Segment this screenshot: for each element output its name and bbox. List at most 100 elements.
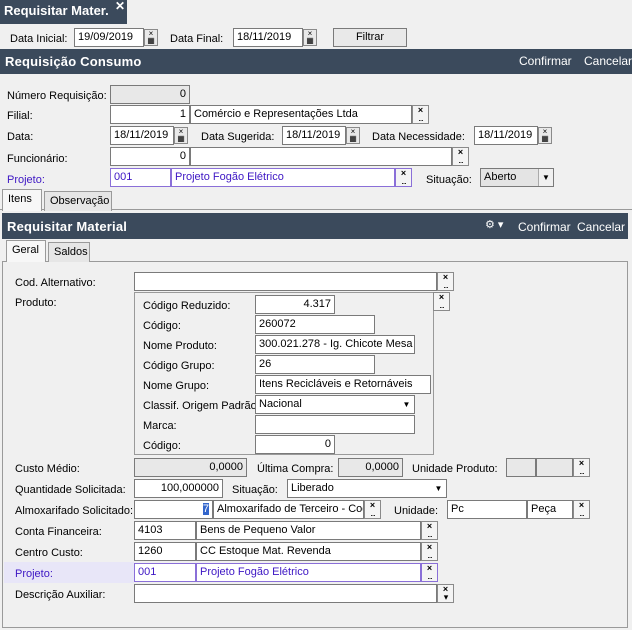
unidade-code-field[interactable]: Pc — [447, 500, 527, 519]
consumo-title: Requisição Consumo — [5, 54, 142, 69]
unidade-produto-lookup-icon[interactable]: ×... — [573, 458, 590, 477]
desc-dropdown-icon[interactable]: × ▾ — [437, 584, 454, 603]
material-confirmar-button[interactable]: Confirmar — [518, 220, 571, 234]
almox-code-field[interactable]: 7 — [134, 500, 213, 519]
centro-lookup-icon[interactable]: ×... — [421, 542, 438, 561]
almox-code-value: 7 — [202, 503, 209, 515]
data-inicial-field[interactable]: 19/09/2019 — [74, 28, 144, 47]
produto-lookup-icon[interactable]: ×... — [433, 292, 450, 311]
material-header: Requisitar Material ⚙ ▾ Confirmar Cancel… — [2, 213, 628, 239]
unidade-lookup-icon[interactable]: ×... — [573, 500, 590, 519]
sugerida-label: Data Sugerida: — [201, 131, 275, 143]
chevron-down-icon[interactable]: ▼ — [399, 396, 414, 413]
filial-name-field[interactable]: Comércio e Representações Ltda — [190, 105, 412, 124]
classif-select[interactable]: Nacional ▼ — [255, 395, 415, 414]
calendar-icon[interactable]: × ▦ — [174, 127, 188, 144]
codigo-label: Código: — [143, 320, 181, 332]
desc-field[interactable] — [134, 584, 437, 603]
unidade-produto-label: Unidade Produto: — [412, 463, 498, 475]
cod-alt-field[interactable] — [134, 272, 437, 291]
situacao-item-select[interactable]: Liberado ▼ — [287, 479, 447, 498]
unidade-name-field[interactable]: Peça — [527, 500, 573, 519]
filial-lookup-icon[interactable]: ×... — [412, 105, 429, 124]
produto-label: Produto: — [15, 297, 57, 309]
cod-alt-label: Cod. Alternativo: — [15, 277, 96, 289]
nome-produto-label: Nome Produto: — [143, 340, 217, 352]
situacao-item-label: Situação: — [232, 484, 278, 496]
material-cancelar-button[interactable]: Cancelar — [577, 220, 625, 234]
conta-code-field[interactable]: 4103 — [134, 521, 196, 540]
situacao-select[interactable]: Aberto ▼ — [480, 168, 554, 187]
conta-label: Conta Financeira: — [15, 526, 102, 538]
projeto-label: Projeto: — [7, 174, 45, 186]
codigo-grupo-field[interactable]: 26 — [255, 355, 375, 374]
close-icon[interactable]: ✕ — [115, 0, 125, 13]
unidade-produto-name — [536, 458, 573, 477]
situacao-item-value: Liberado — [291, 482, 334, 494]
codigo-grupo-label: Código Grupo: — [143, 360, 215, 372]
projeto-item-lookup-icon[interactable]: ×... — [421, 563, 438, 582]
ultima-label: Última Compra: — [257, 463, 334, 475]
tab-geral[interactable]: Geral — [6, 240, 46, 262]
tab-saldos[interactable]: Saldos — [48, 242, 90, 262]
codigo-field[interactable]: 260072 — [255, 315, 375, 334]
cod-red-label: Código Reduzido: — [143, 300, 231, 312]
almox-lookup-icon[interactable]: ×... — [364, 500, 381, 519]
projeto-item-name-field[interactable]: Projeto Fogão Elétrico — [196, 563, 421, 582]
settings-icon[interactable]: ⚙ ▾ — [485, 218, 503, 231]
calendar-icon[interactable]: × ▦ — [303, 29, 317, 46]
desc-label: Descrição Auxiliar: — [15, 589, 106, 601]
calendar-icon[interactable]: × ▦ — [538, 127, 552, 144]
nome-grupo-label: Nome Grupo: — [143, 380, 210, 392]
custo-label: Custo Médio: — [15, 463, 80, 475]
window-title: Requisitar Mater. — [4, 3, 109, 18]
filial-code-field[interactable]: 1 — [110, 105, 190, 124]
cod-red-field[interactable]: 4.317 — [255, 295, 335, 314]
calendar-icon[interactable]: × ▦ — [346, 127, 360, 144]
centro-code-field[interactable]: 1260 — [134, 542, 196, 561]
projeto-name-field[interactable]: Projeto Fogão Elétrico — [171, 168, 395, 187]
material-title: Requisitar Material — [7, 219, 128, 234]
conta-name-field[interactable]: Bens de Pequeno Valor — [196, 521, 421, 540]
funcionario-label: Funcionário: — [7, 153, 68, 165]
codigo2-field[interactable]: 0 — [255, 435, 335, 454]
filial-label: Filial: — [7, 110, 33, 122]
necessidade-label: Data Necessidade: — [372, 131, 465, 143]
centro-name-field[interactable]: CC Estoque Mat. Revenda — [196, 542, 421, 561]
marca-label: Marca: — [143, 420, 177, 432]
tab-itens[interactable]: Itens — [2, 189, 42, 211]
projeto-code-field[interactable]: 001 — [110, 168, 171, 187]
cod-alt-lookup-icon[interactable]: ×... — [437, 272, 454, 291]
situacao-value: Aberto — [484, 171, 517, 183]
qtd-field[interactable]: 100,000000 — [134, 479, 223, 498]
data-field[interactable]: 18/11/2019 — [110, 126, 174, 145]
funcionario-lookup-icon[interactable]: ×... — [452, 147, 469, 166]
data-inicial-label: Data Inicial: — [10, 33, 68, 45]
filtrar-button[interactable]: Filtrar — [333, 28, 407, 47]
chevron-down-icon[interactable]: ▼ — [538, 169, 553, 186]
consumo-cancelar-button[interactable]: Cancelar — [584, 54, 632, 68]
chevron-down-icon[interactable]: ▼ — [431, 480, 446, 497]
necessidade-field[interactable]: 18/11/2019 — [474, 126, 538, 145]
data-label: Data: — [7, 131, 34, 143]
custo-field: 0,0000 — [134, 458, 247, 477]
conta-lookup-icon[interactable]: ×... — [421, 521, 438, 540]
nome-produto-field[interactable]: 300.021.278 - Ig. Chicote Mesa E — [255, 335, 415, 354]
nome-grupo-field[interactable]: Itens Recicláveis e Retornáveis — [255, 375, 431, 394]
consumo-confirmar-button[interactable]: Confirmar — [519, 54, 572, 68]
marca-field[interactable] — [255, 415, 415, 434]
classif-label: Classif. Origem Padrão: — [143, 400, 260, 412]
projeto-lookup-icon[interactable]: ×... — [395, 168, 412, 187]
tab-observacao[interactable]: Observação — [44, 191, 112, 211]
data-final-field[interactable]: 18/11/2019 — [233, 28, 303, 47]
projeto-item-code-field[interactable]: 001 — [134, 563, 196, 582]
almox-name-field[interactable]: Almoxarifado de Terceiro - Coor — [213, 500, 364, 519]
calendar-icon[interactable]: × ▦ — [144, 29, 158, 46]
ultima-field: 0,0000 — [338, 458, 403, 477]
consumo-header: Requisição Consumo Confirmar Cancelar — [0, 49, 632, 74]
numero-field: 0 — [110, 85, 190, 104]
funcionario-code-field[interactable]: 0 — [110, 147, 190, 166]
sugerida-field[interactable]: 18/11/2019 — [282, 126, 346, 145]
unidade-label: Unidade: — [394, 505, 439, 517]
funcionario-name-field[interactable] — [190, 147, 452, 166]
